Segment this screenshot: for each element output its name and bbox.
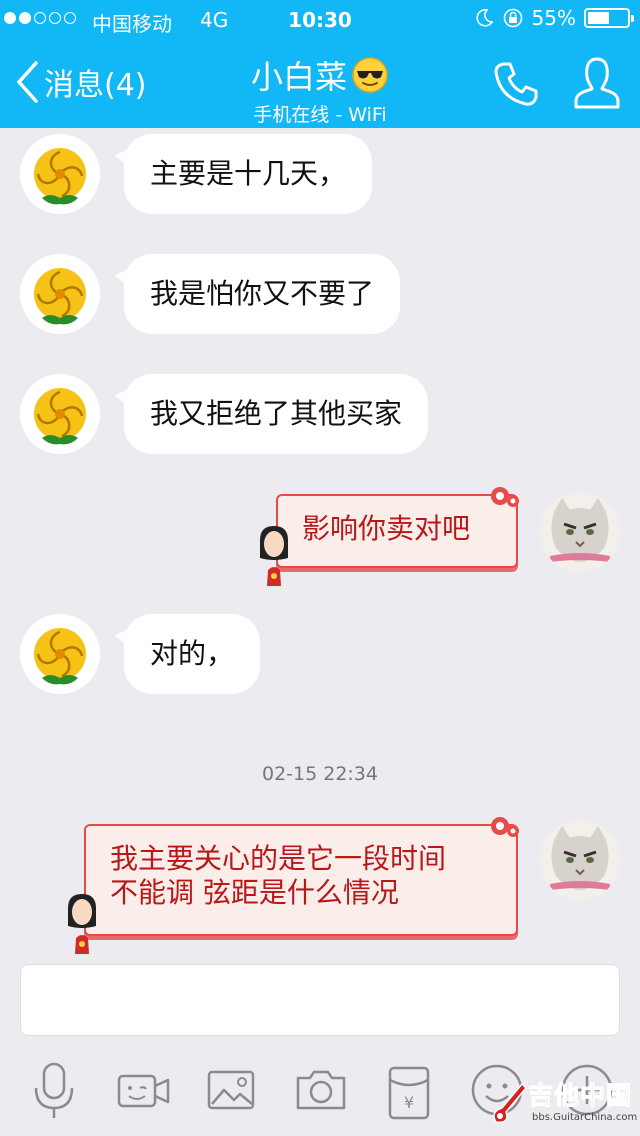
battery-percent: 55% bbox=[531, 6, 576, 30]
flower-decoration-icon bbox=[491, 487, 519, 507]
person-icon bbox=[574, 57, 620, 109]
rotation-lock-icon bbox=[503, 8, 522, 28]
my-avatar[interactable] bbox=[540, 492, 620, 572]
sticker-girl-icon bbox=[260, 526, 288, 586]
contact-avatar[interactable] bbox=[20, 254, 100, 334]
red-packet-icon: ¥ bbox=[388, 1066, 430, 1120]
flower-avatar-icon bbox=[34, 268, 86, 325]
camera-icon bbox=[296, 1070, 346, 1110]
contact-avatar[interactable] bbox=[20, 134, 100, 214]
camera-button[interactable] bbox=[294, 1058, 348, 1126]
message-bubble-incoming[interactable]: 对的， bbox=[113, 614, 261, 694]
message-input[interactable] bbox=[20, 964, 620, 1036]
flower-avatar-icon bbox=[34, 628, 86, 685]
cat-avatar-icon bbox=[540, 492, 620, 572]
message-bubble-incoming[interactable]: 我又拒绝了其他买家 bbox=[113, 374, 429, 454]
chat-title-area[interactable]: 小白菜 手机在线 - WiFi bbox=[0, 52, 640, 127]
microphone-icon bbox=[34, 1062, 74, 1118]
video-call-button[interactable] bbox=[116, 1058, 172, 1126]
message-row: 影响你卖对吧 bbox=[0, 487, 640, 586]
guitar-logo-icon bbox=[493, 1082, 528, 1124]
message-row: 我是怕你又不要了 bbox=[0, 252, 640, 336]
voice-input-button[interactable] bbox=[32, 1058, 76, 1126]
phone-icon bbox=[494, 62, 538, 106]
message-text-line: 不能调 弦距是什么情况 bbox=[110, 876, 399, 909]
watermark-url: bbs.GuitarChina.com bbox=[532, 1112, 638, 1123]
message-row: 对的， bbox=[0, 612, 640, 696]
watermark: 吉他中国 bbs.GuitarChina.com bbox=[488, 1072, 640, 1136]
image-icon bbox=[207, 1070, 255, 1110]
voice-call-button[interactable] bbox=[492, 60, 540, 112]
svg-text:¥: ¥ bbox=[404, 1093, 414, 1112]
message-row: 我又拒绝了其他买家 bbox=[0, 372, 640, 456]
online-status: 手机在线 - WiFi bbox=[253, 104, 387, 126]
contact-avatar[interactable] bbox=[20, 374, 100, 454]
my-avatar[interactable] bbox=[540, 820, 620, 900]
video-call-icon bbox=[117, 1074, 170, 1108]
battery-icon bbox=[584, 8, 634, 28]
contact-avatar[interactable] bbox=[20, 614, 100, 694]
flower-decoration-icon bbox=[491, 817, 519, 837]
moon-icon bbox=[475, 9, 493, 27]
message-bubble-incoming[interactable]: 我是怕你又不要了 bbox=[113, 254, 401, 334]
message-text-line: 我主要关心的是它一段时间 bbox=[110, 842, 447, 875]
status-bar: 中国移动 4G 10:30 55% bbox=[0, 0, 640, 40]
page-title: 小白菜 bbox=[250, 58, 347, 96]
header: 中国移动 4G 10:30 55% 消息(4) 小白菜 手机在线 - WiFi bbox=[0, 0, 640, 128]
message-bubble-incoming[interactable]: 主要是十几天， bbox=[113, 134, 373, 214]
cat-avatar-icon bbox=[540, 820, 620, 900]
message-row: 主要是十几天， bbox=[0, 132, 640, 216]
flower-avatar-icon bbox=[34, 388, 86, 445]
flower-avatar-icon bbox=[34, 148, 86, 205]
contact-info-button[interactable] bbox=[572, 55, 622, 115]
message-timestamp: 02-15 22:34 bbox=[261, 763, 378, 785]
message-bubble-outgoing[interactable]: 我主要关心的是它一段时间 不能调 弦距是什么情况 bbox=[68, 817, 519, 954]
sticker-girl-icon bbox=[68, 894, 96, 954]
watermark-text: 吉他中国 bbox=[527, 1081, 633, 1111]
image-button[interactable] bbox=[206, 1058, 256, 1126]
message-text: 影响你卖对吧 bbox=[302, 512, 471, 545]
sunglasses-emoji-icon bbox=[352, 57, 388, 93]
message-bubble-outgoing[interactable]: 影响你卖对吧 bbox=[260, 487, 519, 586]
message-row: 我主要关心的是它一段时间 不能调 弦距是什么情况 bbox=[0, 817, 640, 954]
red-packet-button[interactable]: ¥ bbox=[386, 1058, 432, 1126]
